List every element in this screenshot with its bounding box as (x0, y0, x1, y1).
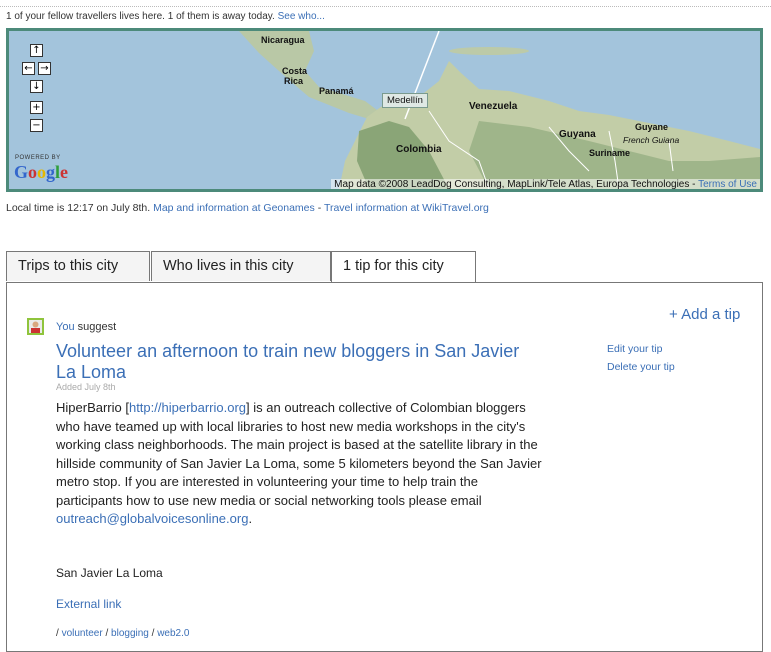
map-attribution: Map data ©2008 LeadDog Consulting, MapLi… (331, 179, 760, 190)
pan-up-button[interactable]: ↑ (30, 44, 43, 57)
local-time-text: Local time is 12:17 on July 8th. (6, 202, 151, 214)
see-who-link[interactable]: See who... (278, 11, 325, 22)
tag-blogging[interactable]: blogging (111, 628, 149, 639)
avatar[interactable] (27, 318, 44, 335)
map-terrain (9, 31, 760, 189)
top-divider (0, 0, 771, 7)
tip-description: HiperBarrio [http://hiperbarrio.org] is … (56, 399, 546, 529)
tab-who-lives[interactable]: Who lives in this city (151, 251, 331, 281)
map[interactable]: ↑ ← → ↓ + − Nicaragua Costa Rica Panamá … (6, 28, 763, 192)
zoom-in-button[interactable]: + (30, 101, 43, 114)
travellers-text: 1 of your fellow travellers lives here. … (6, 11, 275, 22)
tag-volunteer[interactable]: volunteer (62, 628, 103, 639)
local-info: Local time is 12:17 on July 8th. Map and… (6, 202, 489, 214)
tip-author-line: You suggest (56, 321, 116, 333)
geonames-link[interactable]: Map and information at Geonames (153, 202, 315, 214)
author-link[interactable]: You (56, 321, 75, 333)
tag-separator: / (151, 628, 155, 639)
label-panama: Panamá (319, 86, 354, 96)
add-tip-button[interactable]: + Add a tip (669, 306, 740, 323)
label-rica: Rica (284, 76, 304, 86)
desc-middle: ] is an outreach collective of Colombian… (56, 400, 542, 508)
tag-web20[interactable]: web2.0 (157, 628, 189, 639)
city-tabs: Trips to this city Who lives in this cit… (6, 251, 763, 283)
desc-before-link: HiperBarrio [ (56, 400, 129, 415)
map-attribution-text: Map data ©2008 LeadDog Consulting, MapLi… (334, 179, 696, 190)
pan-right-button[interactable]: → (38, 62, 51, 75)
tip-title-link[interactable]: Volunteer an afternoon to train new blog… (56, 341, 526, 383)
tip-place: San Javier La Loma (56, 566, 163, 580)
desc-end: . (248, 511, 253, 526)
tip-added-date: Added July 8th (56, 382, 116, 392)
email-link[interactable]: outreach@globalvoicesonline.org (56, 511, 248, 526)
pan-down-button[interactable]: ↓ (30, 80, 43, 93)
suggest-text: suggest (77, 321, 117, 333)
tab-trips[interactable]: Trips to this city (6, 251, 150, 281)
label-suriname: Suriname (589, 148, 631, 158)
wikitravel-link[interactable]: Travel information at WikiTravel.org (324, 202, 489, 214)
label-costa: Costa (282, 66, 308, 76)
city-marker-medellin[interactable]: Medellín (382, 93, 428, 108)
label-guyane: Guyane (635, 122, 669, 132)
tag-separator: / (105, 628, 109, 639)
tip-tags: / volunteer / blogging / web2.0 (56, 628, 189, 639)
terms-of-use-link[interactable]: Terms of Use (698, 179, 757, 189)
label-guyana: Guyana (559, 129, 596, 140)
google-logo[interactable]: Google (14, 162, 68, 183)
tab-tips[interactable]: 1 tip for this city (331, 251, 476, 283)
zoom-out-button[interactable]: − (30, 119, 43, 132)
pan-left-button[interactable]: ← (22, 62, 35, 75)
hiperbarrio-link[interactable]: http://hiperbarrio.org (129, 400, 246, 415)
label-colombia: Colombia (396, 144, 442, 155)
label-nicaragua: Nicaragua (261, 35, 305, 45)
powered-by-text: POWERED BY (15, 155, 61, 161)
external-link[interactable]: External link (56, 597, 121, 611)
delete-tip-link[interactable]: Delete your tip (607, 361, 675, 373)
travellers-summary: 1 of your fellow travellers lives here. … (6, 11, 325, 22)
user-avatar-icon (29, 320, 42, 333)
local-separator: - (317, 202, 322, 214)
tag-separator: / (56, 628, 59, 639)
label-venezuela: Venezuela (469, 101, 518, 112)
edit-tip-link[interactable]: Edit your tip (607, 343, 662, 355)
label-french-guiana: French Guiana (623, 135, 680, 145)
